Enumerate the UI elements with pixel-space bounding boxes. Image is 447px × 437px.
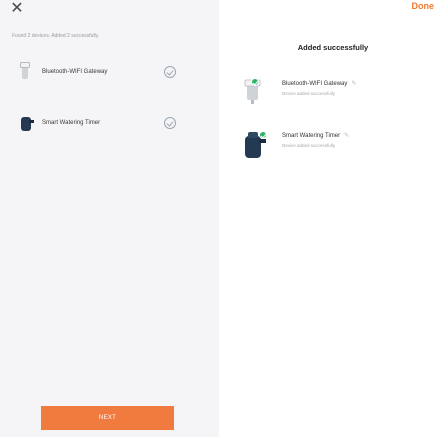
device-row-gateway[interactable]: Bluetooth-WIFI Gateway bbox=[14, 62, 210, 84]
added-successfully-panel: Done Added successfully Bluetooth-WIFI G… bbox=[219, 0, 447, 437]
device-scan-screen: ✕ Found 2 devices. Added 2 successfully.… bbox=[0, 0, 219, 437]
done-button[interactable]: Done bbox=[412, 1, 435, 11]
watering-timer-icon bbox=[245, 132, 266, 158]
close-icon[interactable]: ✕ bbox=[8, 0, 26, 18]
edit-pencil-icon[interactable]: ✎ bbox=[351, 80, 356, 87]
added-device-timer[interactable]: Smart Watering Timer ✎ Device added succe… bbox=[237, 126, 437, 166]
device-name: Smart Watering Timer ✎ bbox=[282, 132, 350, 139]
check-circle-icon[interactable] bbox=[164, 66, 176, 78]
found-summary: Found 2 devices. Added 2 successfully. bbox=[12, 33, 100, 39]
edit-pencil-icon[interactable]: ✎ bbox=[344, 132, 349, 139]
gateway-icon bbox=[20, 62, 30, 81]
watering-timer-icon bbox=[18, 114, 34, 132]
success-check-icon bbox=[251, 78, 259, 86]
device-row-timer[interactable]: Smart Watering Timer bbox=[14, 113, 210, 135]
next-button[interactable]: NEXT bbox=[41, 406, 174, 430]
success-check-icon bbox=[259, 131, 267, 139]
device-name: Bluetooth-WIFI Gateway ✎ bbox=[282, 80, 357, 87]
check-circle-icon[interactable] bbox=[164, 117, 176, 129]
device-status: Device added successfully bbox=[282, 143, 336, 148]
device-label: Smart Watering Timer bbox=[42, 120, 101, 126]
added-device-gateway[interactable]: Bluetooth-WIFI Gateway ✎ Device added suc… bbox=[237, 74, 437, 114]
device-status: Device added successfully bbox=[282, 91, 336, 96]
device-label: Bluetooth-WIFI Gateway bbox=[42, 69, 108, 75]
panel-title: Added successfully bbox=[297, 43, 369, 52]
screen: ✕ Found 2 devices. Added 2 successfully.… bbox=[0, 0, 447, 437]
